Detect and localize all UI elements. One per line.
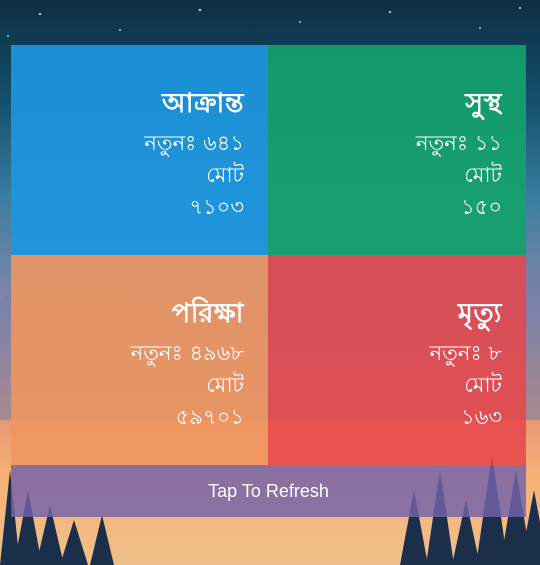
tests-new: নতুনঃ ৪৯৬৮ xyxy=(131,337,244,372)
recovered-new: নতুনঃ ১১ xyxy=(416,127,502,162)
recovered-title: সুস্থ xyxy=(465,88,502,119)
card-tests: পরিক্ষা নতুনঃ ৪৯৬৮ মোট ৫৯৭০১ xyxy=(11,255,268,465)
refresh-button[interactable]: Tap To Refresh xyxy=(11,465,526,517)
deaths-title: মৃত্যু xyxy=(457,298,502,329)
tests-new-value: ৪৯৬৮ xyxy=(189,341,244,365)
tests-total-label: মোট xyxy=(206,373,244,397)
card-recovered: সুস্থ নতুনঃ ১১ মোট ১৫০ xyxy=(268,45,526,255)
card-infected: আক্রান্ত নতুনঃ ৬৪১ মোট ৭১০৩ xyxy=(11,45,268,255)
infected-title: আক্রান্ত xyxy=(161,88,244,119)
deaths-new: নতুনঃ ৮ xyxy=(430,337,502,372)
stats-grid: আক্রান্ত নতুনঃ ৬৪১ মোট ৭১০৩ সুস্থ নতুনঃ … xyxy=(11,45,526,465)
stars xyxy=(7,6,522,37)
recovered-total-value: ১৫০ xyxy=(461,195,502,219)
infected-total-label: মোট xyxy=(206,163,244,187)
recovered-new-value: ১১ xyxy=(474,131,502,155)
infected-new-label: নতুনঃ xyxy=(144,131,197,155)
tests-title: পরিক্ষা xyxy=(171,298,244,329)
deaths-new-value: ৮ xyxy=(488,341,502,365)
recovered-total-label: মোট xyxy=(464,163,502,187)
recovered-new-label: নতুনঃ xyxy=(416,131,469,155)
infected-total-value: ৭১০৩ xyxy=(189,195,244,219)
deaths-total-label: মোট xyxy=(464,373,502,397)
infected-new-value: ৬৪১ xyxy=(203,131,244,155)
tests-new-label: নতুনঃ xyxy=(130,341,183,365)
deaths-total-value: ১৬৩ xyxy=(461,405,502,429)
infected-new: নতুনঃ ৬৪১ xyxy=(144,127,244,162)
tests-total-value: ৫৯৭০১ xyxy=(175,405,244,429)
card-deaths: মৃত্যু নতুনঃ ৮ মোট ১৬৩ xyxy=(268,255,526,465)
deaths-new-label: নতুনঃ xyxy=(429,341,482,365)
